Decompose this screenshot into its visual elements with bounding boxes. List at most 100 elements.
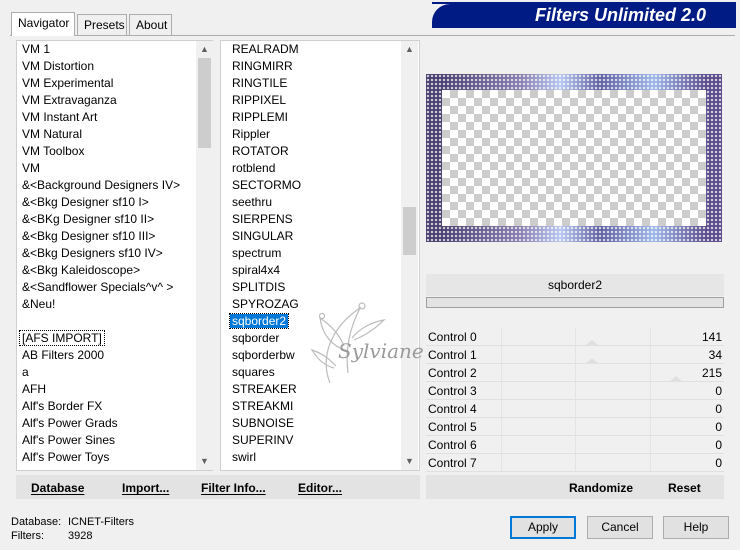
control-label: Control 4 <box>428 402 477 416</box>
help-button[interactable]: Help <box>663 516 729 539</box>
list-item[interactable]: &<Bkg Designer sf10 III> <box>17 228 212 245</box>
apply-button[interactable]: Apply <box>510 516 576 539</box>
list-item-label: Alf's Power Toys <box>22 450 110 464</box>
list-item[interactable]: Alf's Power Grads <box>17 415 212 432</box>
list-item-label: sqborder2 <box>228 313 290 329</box>
list-item[interactable]: ROTATOR <box>227 143 419 160</box>
list-item[interactable]: STREAKMI <box>227 398 419 415</box>
category-scrollbar[interactable]: ▲ ▼ <box>196 41 213 470</box>
list-item-label: a <box>22 365 29 379</box>
list-item[interactable]: rotblend <box>227 160 419 177</box>
editor-button[interactable]: Editor... <box>298 480 342 496</box>
list-item-label: VM 1 <box>22 42 51 56</box>
list-item[interactable]: &<Bkg Designers sf10 IV> <box>17 245 212 262</box>
list-item-label: VM Natural <box>22 127 83 141</box>
list-item[interactable]: VM <box>17 160 212 177</box>
filter-scrollbar[interactable]: ▲ ▼ <box>401 41 418 470</box>
list-item[interactable]: &<Sandflower Specials^v^ > <box>17 279 212 296</box>
scroll-down-arrow-icon[interactable]: ▼ <box>401 453 418 470</box>
list-item[interactable]: SUPERINV <box>227 432 419 449</box>
list-item[interactable]: VM Extravaganza <box>17 92 212 109</box>
list-item[interactable]: SECTORMO <box>227 177 419 194</box>
list-item[interactable]: spectrum <box>227 245 419 262</box>
watermark-text: Sylviane <box>338 339 424 363</box>
list-item-label: squares <box>232 365 275 379</box>
list-item[interactable]: Rippler <box>227 126 419 143</box>
list-item[interactable]: AFH <box>17 381 212 398</box>
randomize-button[interactable]: Randomize <box>569 480 633 496</box>
list-item-label: VM Experimental <box>22 76 114 90</box>
list-item[interactable]: [AFS IMPORT] <box>17 330 212 347</box>
list-item-label: &<Bkg Kaleidoscope> <box>22 263 141 277</box>
list-item[interactable]: RINGTILE <box>227 75 419 92</box>
list-item[interactable]: a <box>17 364 212 381</box>
list-item[interactable]: SIERPENS <box>227 211 419 228</box>
reset-button[interactable]: Reset <box>668 480 701 496</box>
preview-image <box>426 74 722 242</box>
list-item[interactable]: &<Bkg Kaleidoscope> <box>17 262 212 279</box>
list-item-label: RIPPIXEL <box>232 93 287 107</box>
list-item-label: AB Filters 2000 <box>22 348 105 362</box>
list-item[interactable]: VM Natural <box>17 126 212 143</box>
list-item-label: rotblend <box>232 161 276 175</box>
list-item-label: SIERPENS <box>232 212 293 226</box>
control-label: Control 2 <box>428 366 477 380</box>
tab-navigator[interactable]: Navigator <box>11 12 75 36</box>
cancel-button[interactable]: Cancel <box>587 516 653 539</box>
database-button[interactable]: Database <box>31 480 84 496</box>
scroll-up-arrow-icon[interactable]: ▲ <box>196 41 213 58</box>
list-item[interactable]: VM 1 <box>17 41 212 58</box>
control-label: Control 6 <box>428 438 477 452</box>
list-item[interactable]: Alf's Power Sines <box>17 432 212 449</box>
control-label: Control 1 <box>428 348 477 362</box>
control-value: 0 <box>715 438 722 452</box>
list-item-label: SINGULAR <box>232 229 294 243</box>
filter-scroll-thumb[interactable] <box>403 207 416 255</box>
import-button[interactable]: Import... <box>122 480 169 496</box>
list-item[interactable]: SINGULAR <box>227 228 419 245</box>
tab-presets[interactable]: Presets <box>77 14 127 35</box>
list-item[interactable]: VM Instant Art <box>17 109 212 126</box>
list-item[interactable]: &Neu! <box>17 296 212 313</box>
list-item[interactable]: &<BKg Designer sf10 II> <box>17 211 212 228</box>
list-item[interactable]: &<Bkg Designer sf10 I> <box>17 194 212 211</box>
list-item-label: STREAKMI <box>232 399 294 413</box>
list-item-label: VM <box>22 161 40 175</box>
list-item-label: &<Sandflower Specials^v^ > <box>22 280 174 294</box>
list-item-label: RIPPLEMI <box>232 110 289 124</box>
list-item-label: swirl <box>232 450 256 464</box>
scroll-down-arrow-icon[interactable]: ▼ <box>196 453 213 470</box>
tab-about[interactable]: About <box>129 14 172 35</box>
list-item[interactable]: VM Toolbox <box>17 143 212 160</box>
filter-list[interactable]: REALRADM RINGMIRR RINGTILE RIPPIXEL RIPPLEMI… <box>220 40 420 471</box>
database-label: Database: <box>11 516 62 528</box>
control-value: 0 <box>715 456 722 470</box>
slider-gridline <box>501 328 502 472</box>
list-item[interactable]: RINGMIRR <box>227 58 419 75</box>
list-item[interactable]: RIPPIXEL <box>227 92 419 109</box>
list-item-label: &<Bkg Designers sf10 IV> <box>22 246 163 260</box>
list-item[interactable]: seethru <box>227 194 419 211</box>
list-item[interactable]: AB Filters 2000 <box>17 347 212 364</box>
list-item[interactable]: &<Background Designers IV> <box>17 177 212 194</box>
list-item[interactable]: Alf's Power Toys <box>17 449 212 466</box>
list-item[interactable]: swirl <box>227 449 419 466</box>
list-item[interactable]: VM Distortion <box>17 58 212 75</box>
list-item[interactable]: RIPPLEMI <box>227 109 419 126</box>
list-item[interactable]: Alf's Border FX <box>17 398 212 415</box>
list-item[interactable]: VM Experimental <box>17 75 212 92</box>
control-label: Control 7 <box>428 456 477 470</box>
filter-info-button[interactable]: Filter Info... <box>201 480 266 496</box>
list-item[interactable]: SUBNOISE <box>227 415 419 432</box>
control-value: 141 <box>701 330 722 344</box>
scroll-up-arrow-icon[interactable]: ▲ <box>401 41 418 58</box>
control-value: 0 <box>715 384 722 398</box>
list-item[interactable]: REALRADM <box>227 41 419 58</box>
category-list-gap <box>17 313 212 330</box>
category-list[interactable]: VM 1 VM Distortion VM Experimental VM Extra… <box>16 40 213 471</box>
list-item-label: Alf's Power Grads <box>22 416 118 430</box>
category-scroll-thumb[interactable] <box>198 58 211 148</box>
database-value: ICNET-Filters <box>68 516 134 528</box>
list-item[interactable]: spiral4x4 <box>227 262 419 279</box>
control-label: Control 0 <box>428 330 477 344</box>
